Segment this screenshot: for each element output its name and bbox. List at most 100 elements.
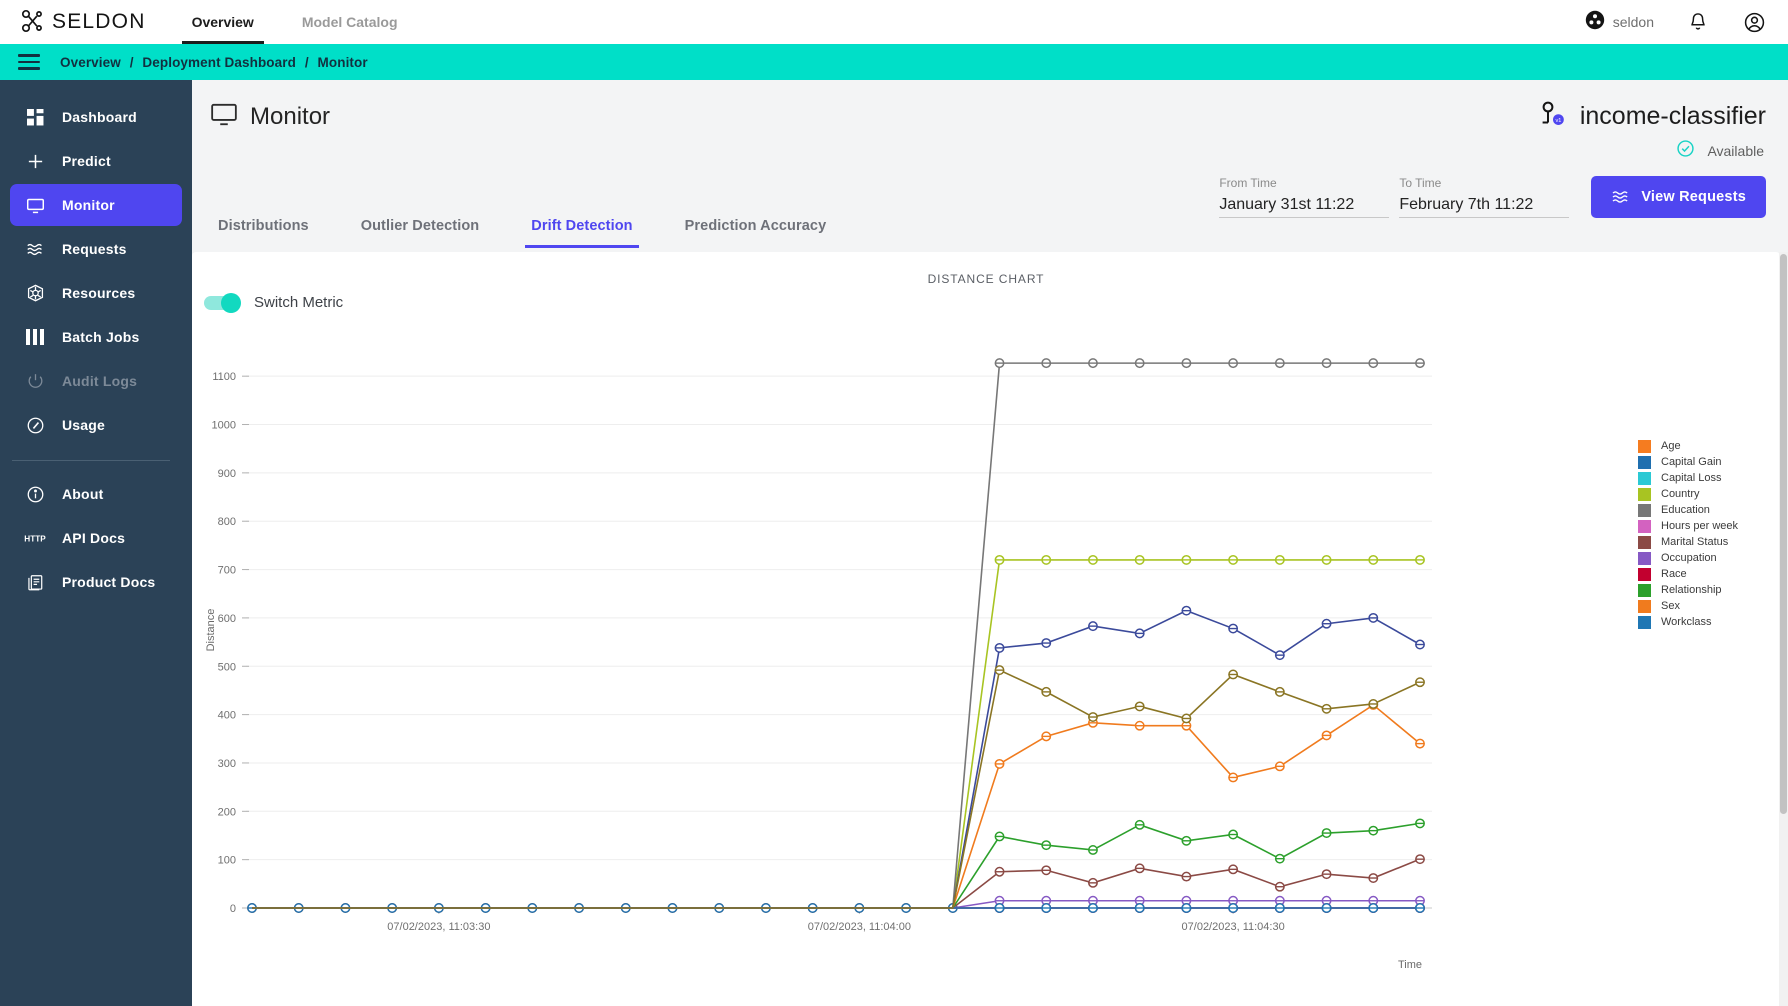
tab-prediction-accuracy-label: Prediction Accuracy: [684, 218, 827, 234]
waves-icon: [18, 241, 52, 258]
sidebar-item-product-docs-label: Product Docs: [62, 574, 156, 590]
legend-swatch: [1638, 503, 1651, 517]
sidebar-item-monitor[interactable]: Monitor: [10, 184, 182, 226]
topnav-tab-model-catalog[interactable]: Model Catalog: [300, 0, 400, 44]
model-identity-group: v1 income-classifier: [1538, 100, 1766, 133]
to-time-label: To Time: [1399, 176, 1442, 190]
breadcrumb-item-overview[interactable]: Overview: [60, 55, 121, 70]
tab-drift-detection[interactable]: Drift Detection: [505, 210, 658, 248]
sidebar-item-about[interactable]: About: [10, 473, 182, 515]
sidebar-item-dashboard[interactable]: Dashboard: [10, 96, 182, 138]
bell-icon[interactable]: [1686, 10, 1710, 34]
info-circle-icon: [18, 485, 52, 504]
svg-text:v1: v1: [1555, 118, 1561, 124]
tab-outlier-detection[interactable]: Outlier Detection: [335, 210, 506, 248]
tab-distributions[interactable]: Distributions: [192, 210, 335, 248]
legend-item[interactable]: Capital Gain: [1638, 454, 1774, 470]
legend-item[interactable]: Age: [1638, 438, 1774, 454]
breadcrumb-separator: /: [304, 54, 309, 70]
legend-item[interactable]: Sex: [1638, 598, 1774, 614]
y-axis-tick-label: 300: [218, 758, 236, 770]
legend-label: Race: [1661, 568, 1687, 580]
chart-series[interactable]: [252, 895, 1425, 909]
sidebar-item-batch-jobs[interactable]: Batch Jobs: [10, 316, 182, 358]
y-axis-tick-label: 200: [218, 806, 236, 818]
legend-label: Relationship: [1661, 584, 1722, 596]
tab-bar: Distributions Outlier Detection Drift De…: [192, 210, 1788, 251]
main-content: Monitor v1 income-classifier Available F…: [192, 80, 1788, 1006]
vertical-scrollbar-thumb[interactable]: [1780, 254, 1787, 814]
sidebar-item-dashboard-label: Dashboard: [62, 109, 137, 125]
sidebar-item-api-docs-label: API Docs: [62, 530, 126, 546]
bars-icon: [18, 329, 52, 345]
chart-series[interactable]: [252, 699, 1425, 909]
model-version-icon: v1: [1538, 100, 1568, 133]
y-axis-tick-label: 500: [218, 661, 236, 673]
sidebar-item-audit-logs[interactable]: Audit Logs: [10, 360, 182, 402]
monitor-screen-icon: [18, 196, 52, 215]
legend-label: Marital Status: [1661, 536, 1729, 548]
breadcrumb-item-monitor[interactable]: Monitor: [318, 55, 368, 70]
distance-line-chart[interactable]: 0 100 200 300 400 500 600 700 800 900 1000 1100 Dist…: [192, 252, 1780, 1006]
legend-item[interactable]: Capital Loss: [1638, 470, 1774, 486]
sidebar-item-resources-label: Resources: [62, 285, 136, 301]
y-axis-tick-label: 1100: [212, 371, 236, 383]
sidebar-item-api-docs[interactable]: HTTP API Docs: [10, 517, 182, 559]
sidebar-divider: [12, 460, 170, 461]
organization-selector[interactable]: seldon: [1585, 10, 1654, 35]
brand-logo-link[interactable]: SELDON: [20, 9, 146, 35]
legend-item[interactable]: Race: [1638, 566, 1774, 582]
user-circle-icon[interactable]: [1742, 10, 1766, 34]
svg-text:HTTP: HTTP: [24, 535, 46, 544]
sidebar-item-product-docs[interactable]: Product Docs: [10, 561, 182, 603]
legend-swatch: [1638, 551, 1651, 565]
tab-prediction-accuracy[interactable]: Prediction Accuracy: [659, 210, 853, 248]
legend-swatch: [1638, 567, 1651, 581]
chart-series[interactable]: [252, 665, 1425, 909]
legend-swatch: [1638, 599, 1651, 613]
status-badge: Available: [1676, 139, 1764, 163]
legend-item[interactable]: Workclass: [1638, 614, 1774, 630]
x-axis-tick-label: 07/02/2023, 11:03:30: [387, 921, 490, 933]
sidebar-item-requests[interactable]: Requests: [10, 228, 182, 270]
power-icon: [18, 372, 52, 391]
sidebar-item-resources[interactable]: Resources: [10, 272, 182, 314]
y-axis-tick-label: 900: [218, 468, 236, 480]
breadcrumb-item-deployment-dashboard[interactable]: Deployment Dashboard: [142, 55, 296, 70]
chart-series[interactable]: [252, 605, 1425, 909]
org-name-label: seldon: [1612, 14, 1654, 30]
legend-label: Age: [1661, 440, 1681, 452]
sidebar-item-predict-label: Predict: [62, 153, 111, 169]
sidebar-item-monitor-label: Monitor: [62, 197, 115, 213]
topnav-right-group: seldon: [1585, 10, 1766, 35]
legend-label: Hours per week: [1661, 520, 1739, 532]
tab-outlier-detection-label: Outlier Detection: [360, 218, 480, 234]
topnav-tab-overview[interactable]: Overview: [181, 0, 265, 44]
seldon-logo-icon: [20, 9, 46, 35]
y-axis-tick-label: 0: [230, 903, 236, 915]
x-axis-tick-label: 07/02/2023, 11:04:30: [1182, 921, 1285, 933]
chart-series[interactable]: [252, 554, 1425, 909]
from-time-label: From Time: [1219, 176, 1277, 190]
sidebar-item-about-label: About: [62, 486, 104, 502]
chart-series[interactable]: [252, 358, 1425, 909]
legend-item[interactable]: Country: [1638, 486, 1774, 502]
legend-swatch: [1638, 471, 1651, 485]
legend-item[interactable]: Education: [1638, 502, 1774, 518]
y-axis-tick-label: 700: [218, 565, 236, 577]
legend-item[interactable]: Relationship: [1638, 582, 1774, 598]
y-axis-tick-label: 800: [218, 516, 236, 528]
chart-series[interactable]: [252, 818, 1425, 909]
docs-icon: [18, 573, 52, 592]
legend-label: Workclass: [1661, 616, 1712, 628]
sidebar-item-usage[interactable]: Usage: [10, 404, 182, 446]
model-name: income-classifier: [1579, 102, 1766, 130]
legend-item[interactable]: Occupation: [1638, 550, 1774, 566]
legend-item[interactable]: Marital Status: [1638, 534, 1774, 550]
vertical-scrollbar[interactable]: [1779, 252, 1788, 1006]
hamburger-icon[interactable]: [18, 50, 40, 74]
legend-item[interactable]: Hours per week: [1638, 518, 1774, 534]
sidebar-item-predict[interactable]: Predict: [10, 140, 182, 182]
y-axis-tick-label: 1000: [212, 420, 236, 432]
kubernetes-icon: [18, 284, 52, 303]
